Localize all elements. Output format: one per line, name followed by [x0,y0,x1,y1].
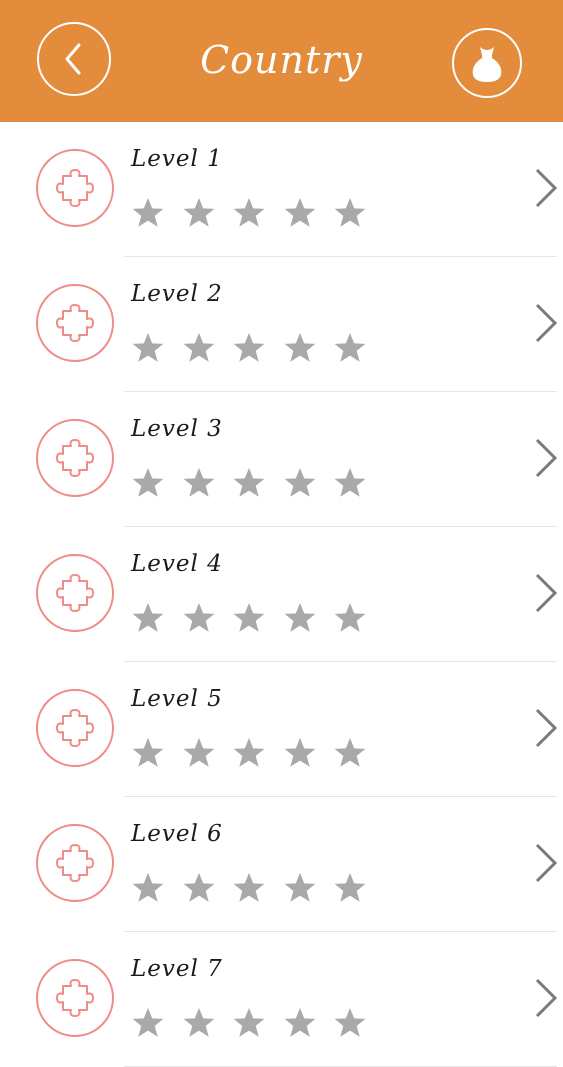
star-icon [334,333,366,362]
star-icon [183,198,214,227]
star-icon [183,333,214,362]
chevron-right-icon [535,438,558,478]
puzzle-icon [56,574,94,612]
back-button[interactable] [37,22,111,96]
chevron-right-icon [535,708,558,748]
star-icon [334,468,366,497]
money-bag-icon [472,47,502,82]
puzzle-badge [36,149,114,227]
star-icon [334,738,366,767]
level-row[interactable]: Level 1 [0,122,563,257]
star-icon [132,198,164,227]
star-rating [131,871,384,905]
puzzle-icon [56,304,94,342]
star-rating [131,196,384,230]
level-row[interactable]: Level 4 [0,527,563,662]
puzzle-badge [36,419,114,497]
star-icon [334,603,366,632]
star-rating [131,1006,384,1040]
puzzle-badge [36,689,114,767]
level-label: Level 2 [131,281,223,307]
star-icon [334,198,366,227]
puzzle-icon [56,439,94,477]
page-title: Country [200,38,363,82]
chevron-right-icon [535,573,558,613]
puzzle-icon [56,979,94,1017]
level-label: Level 7 [131,956,223,982]
star-icon [233,738,265,767]
level-row[interactable]: Level 3 [0,392,563,527]
back-chevron-icon [65,43,81,75]
chevron-right-icon [535,843,558,883]
star-icon [233,333,265,362]
puzzle-badge [36,959,114,1037]
star-icon [183,873,214,902]
puzzle-badge [36,824,114,902]
level-row[interactable]: Level 5 [0,662,563,797]
star-icon [132,603,164,632]
chevron-right-icon [535,303,558,343]
money-bag-button[interactable] [452,28,522,98]
star-icon [183,738,214,767]
level-label: Level 4 [131,551,223,577]
star-icon [132,873,164,902]
star-icon [233,198,265,227]
level-label: Level 6 [131,821,223,847]
chevron-right-icon [535,168,558,208]
star-icon [132,738,164,767]
star-icon [284,1008,316,1037]
star-icon [334,873,366,902]
star-icon [132,1008,164,1037]
star-icon [233,1008,265,1037]
puzzle-icon [56,844,94,882]
star-icon [284,198,316,227]
star-rating [131,331,384,365]
puzzle-icon [56,169,94,207]
puzzle-badge [36,284,114,362]
star-rating [131,466,384,500]
star-icon [233,873,265,902]
level-row[interactable]: Level 2 [0,257,563,392]
star-icon [284,873,316,902]
star-icon [284,468,316,497]
level-label: Level 3 [131,416,223,442]
star-icon [284,738,316,767]
puzzle-badge [36,554,114,632]
star-icon [334,1008,366,1037]
level-list: Level 1 Level 2 Level 3 Level 4 Level 5 Level… [0,122,563,1067]
star-icon [284,333,316,362]
top-bar: Country [0,0,563,122]
level-row[interactable]: Level 6 [0,797,563,932]
star-icon [183,1008,214,1037]
puzzle-icon [56,709,94,747]
star-icon [132,333,164,362]
chevron-right-icon [535,978,558,1018]
star-icon [233,603,265,632]
star-rating [131,601,384,635]
star-icon [183,468,214,497]
level-label: Level 1 [131,146,223,172]
star-icon [284,603,316,632]
star-rating [131,736,384,770]
star-icon [132,468,164,497]
level-label: Level 5 [131,686,223,712]
star-icon [183,603,214,632]
star-icon [233,468,265,497]
